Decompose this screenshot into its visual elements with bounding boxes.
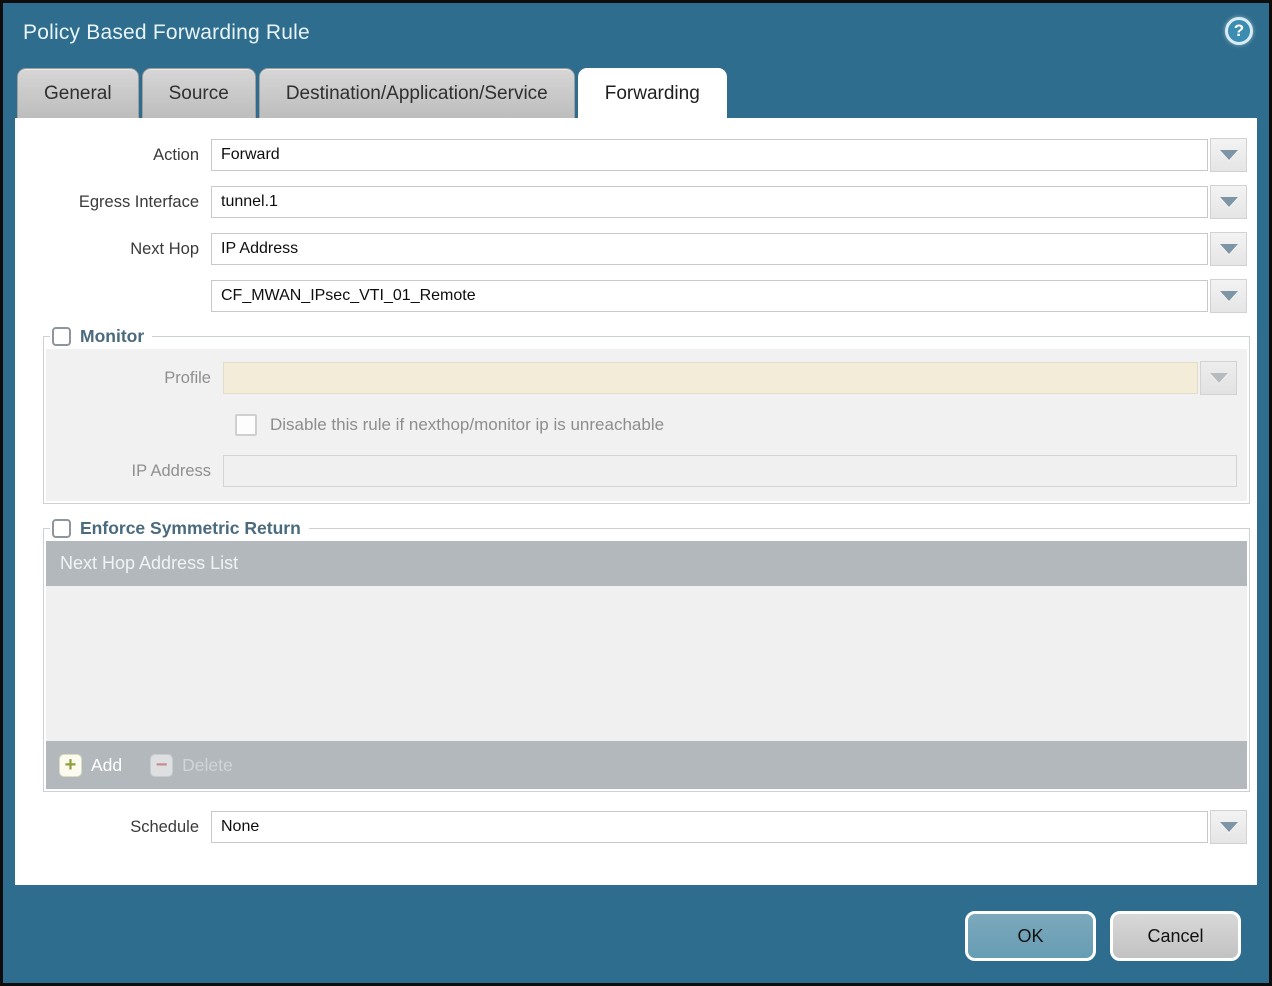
monitor-legend: Monitor [50, 326, 152, 347]
chevron-down-icon [1220, 291, 1238, 301]
egress-interface-row: Egress Interface tunnel.1 [15, 185, 1257, 219]
help-icon[interactable]: ? [1225, 17, 1253, 45]
egress-interface-select[interactable]: tunnel.1 [211, 186, 1208, 218]
next-hop-address-select[interactable]: CF_MWAN_IPsec_VTI_01_Remote [211, 280, 1208, 312]
disable-rule-row: Disable this rule if nexthop/monitor ip … [235, 411, 1247, 439]
delete-button-label: Delete [182, 755, 233, 776]
next-hop-row: Next Hop IP Address [15, 232, 1257, 266]
next-hop-dropdown-button[interactable] [1210, 232, 1247, 266]
monitor-checkbox[interactable] [52, 327, 71, 346]
next-hop-label: Next Hop [15, 240, 211, 259]
action-select[interactable]: Forward [211, 139, 1208, 171]
next-hop-address-list-header: Next Hop Address List [46, 541, 1247, 586]
egress-interface-dropdown-button[interactable] [1210, 185, 1247, 219]
monitor-ip-address-row: IP Address [46, 455, 1247, 487]
dialog-title: Policy Based Forwarding Rule [23, 21, 310, 45]
schedule-row: Schedule None [15, 810, 1257, 844]
disable-rule-checkbox [235, 414, 257, 436]
delete-icon: − [150, 754, 173, 777]
next-hop-address-list-toolbar: + Add − Delete [46, 741, 1247, 789]
enforce-symmetric-return-checkbox[interactable] [52, 519, 71, 538]
monitor-panel: Profile Disable this rule if nexthop/mon… [46, 349, 1247, 501]
chevron-down-icon [1220, 197, 1238, 207]
next-hop-address-list-body[interactable] [46, 586, 1247, 741]
schedule-dropdown-button[interactable] [1210, 810, 1247, 844]
ok-button[interactable]: OK [965, 911, 1096, 961]
chevron-down-icon [1210, 373, 1228, 383]
next-hop-type-select[interactable]: IP Address [211, 233, 1208, 265]
chevron-down-icon [1220, 244, 1238, 254]
add-button-label: Add [91, 755, 122, 776]
chevron-down-icon [1220, 150, 1238, 160]
next-hop-address-dropdown-button[interactable] [1210, 279, 1247, 313]
next-hop-address-row: CF_MWAN_IPsec_VTI_01_Remote [15, 279, 1257, 313]
enforce-symmetric-return-legend: Enforce Symmetric Return [50, 518, 309, 539]
enforce-symmetric-return-legend-label: Enforce Symmetric Return [80, 518, 301, 539]
cancel-button[interactable]: Cancel [1110, 911, 1241, 961]
forwarding-tab-panel: Action Forward Egress Interface tunnel.1… [15, 118, 1257, 885]
profile-dropdown-button [1200, 361, 1237, 395]
action-row: Action Forward [15, 138, 1257, 172]
schedule-select[interactable]: None [211, 811, 1208, 843]
dialog-footer: OK Cancel [3, 885, 1269, 961]
action-dropdown-button[interactable] [1210, 138, 1247, 172]
tab-general[interactable]: General [17, 68, 139, 118]
add-button[interactable]: + Add [59, 754, 122, 777]
dialog-titlebar: Policy Based Forwarding Rule ? [3, 3, 1269, 66]
profile-row: Profile [46, 361, 1247, 395]
tab-bar: General Source Destination/Application/S… [3, 66, 1269, 118]
delete-button: − Delete [150, 754, 233, 777]
action-label: Action [15, 146, 211, 165]
profile-label: Profile [46, 369, 223, 388]
next-hop-address-table: Next Hop Address List + Add − Delete [46, 541, 1247, 789]
egress-interface-label: Egress Interface [15, 193, 211, 212]
disable-rule-label: Disable this rule if nexthop/monitor ip … [270, 415, 664, 435]
enforce-symmetric-return-fieldset: Enforce Symmetric Return Next Hop Addres… [43, 518, 1250, 792]
profile-select [223, 362, 1198, 394]
tab-source[interactable]: Source [142, 68, 256, 118]
add-icon: + [59, 754, 82, 777]
schedule-label: Schedule [15, 818, 211, 837]
tab-destination-application-service[interactable]: Destination/Application/Service [259, 68, 575, 118]
tab-forwarding[interactable]: Forwarding [578, 68, 727, 118]
monitor-ip-address-label: IP Address [46, 462, 223, 481]
monitor-legend-label: Monitor [80, 326, 144, 347]
monitor-fieldset: Monitor Profile Disable this rule if nex… [43, 326, 1250, 504]
monitor-ip-address-input [223, 455, 1237, 487]
chevron-down-icon [1220, 822, 1238, 832]
